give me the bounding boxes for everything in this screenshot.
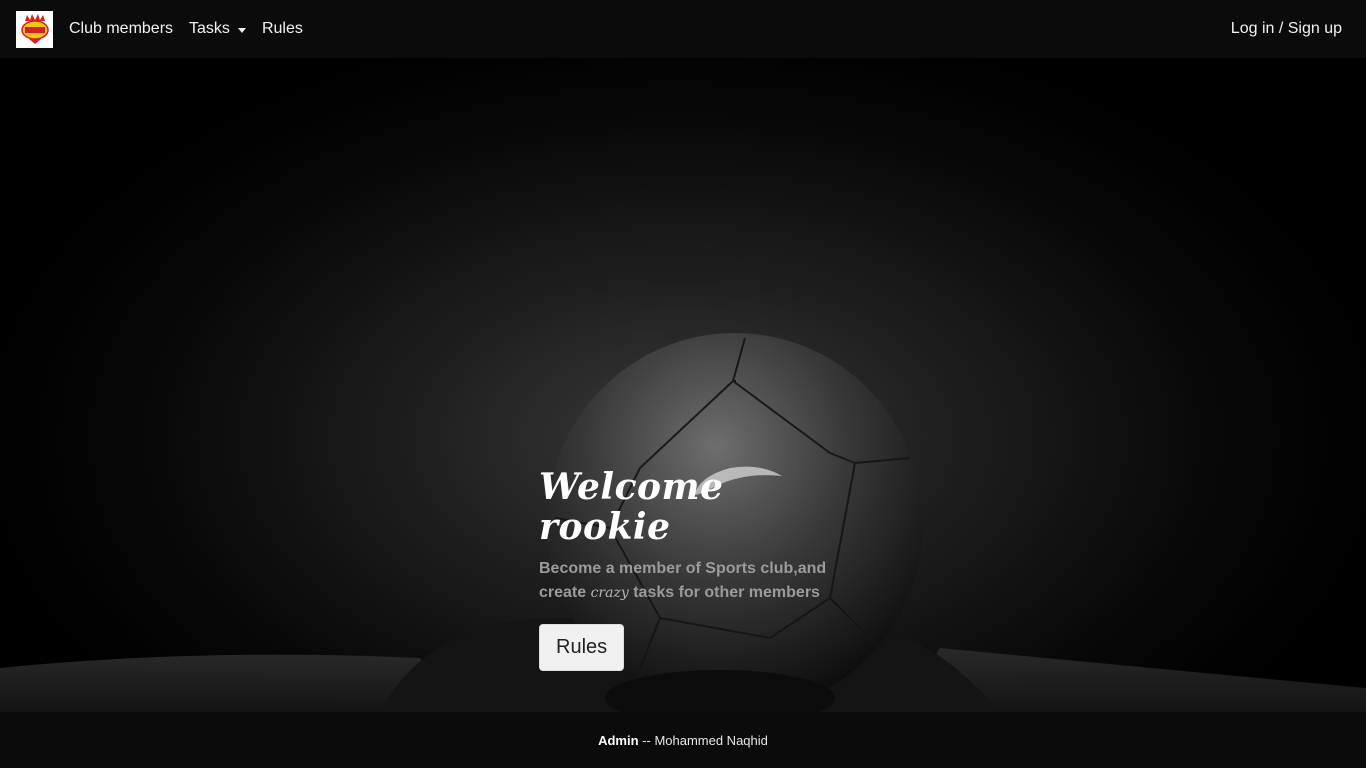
nav-club-members[interactable]: Club members: [61, 0, 181, 58]
footer-name: Mohammed Naqhid: [654, 732, 768, 748]
page-footer: Admin -- Mohammed Naqhid: [0, 712, 1366, 768]
hero-title: Welcome rookie: [539, 466, 724, 548]
hero-content: Welcome rookie Become a member of Sports…: [539, 466, 859, 672]
nav-tasks-dropdown[interactable]: Tasks: [181, 0, 254, 58]
hero-text-accent: crazy: [590, 585, 629, 602]
nav-rules[interactable]: Rules: [254, 0, 311, 58]
hero-text-part2: tasks for other members: [628, 584, 820, 602]
hero-description: Become a member of Sports club,and creat…: [539, 557, 859, 605]
sports-club-logo-icon: [20, 14, 49, 44]
login-signup-link[interactable]: Log in / Sign up: [1223, 0, 1350, 58]
rules-button[interactable]: Rules: [539, 624, 625, 672]
footer-separator: --: [638, 732, 655, 748]
hero-section: Welcome rookie Become a member of Sports…: [0, 58, 1366, 712]
nav-tasks-label: Tasks: [189, 20, 230, 37]
footer-role: Admin: [598, 732, 639, 748]
top-navbar: Club members Tasks Rules Log in / Sign u…: [0, 0, 1366, 58]
brand-logo[interactable]: [16, 10, 53, 48]
chevron-down-icon: [237, 27, 246, 33]
